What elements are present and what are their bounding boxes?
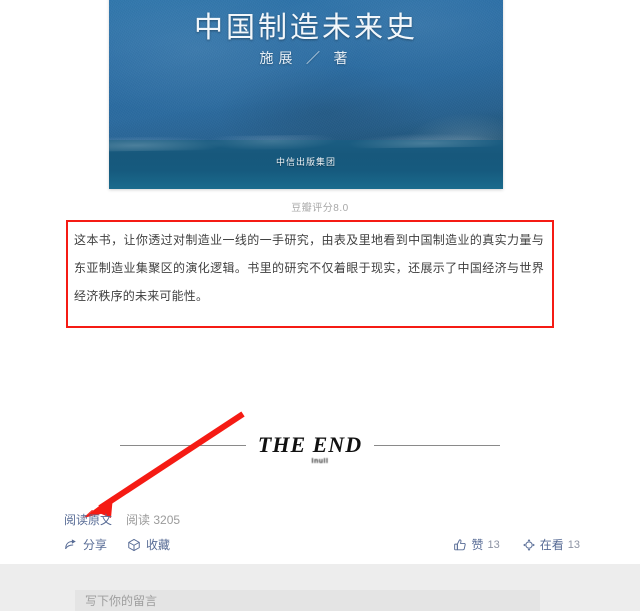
wow-label: 在看 bbox=[539, 538, 564, 552]
cover-publisher: 中信出版集团 bbox=[275, 157, 336, 167]
comment-input[interactable]: 写下你的留言 bbox=[75, 590, 540, 611]
read-original-link[interactable]: 阅读原文 bbox=[64, 511, 112, 528]
like-label: 赞 bbox=[471, 538, 484, 552]
thumbs-up-icon bbox=[453, 538, 467, 552]
douban-rating-caption: 豆瓣评分8.0 bbox=[291, 203, 349, 214]
divider-line-right bbox=[374, 444, 500, 446]
share-button[interactable]: 分享 bbox=[64, 536, 107, 553]
book-cover-image: 中国制造未来史 施展 ／ 著 中信出版集团 bbox=[109, 0, 503, 189]
like-button[interactable]: 赞 13 bbox=[453, 536, 500, 553]
read-count-value: 3205 bbox=[153, 513, 181, 527]
favorite-label: 收藏 bbox=[146, 538, 171, 552]
like-count: 13 bbox=[487, 538, 500, 551]
wow-button[interactable]: 在看 13 bbox=[522, 536, 580, 553]
counter-row: 赞 13 在看 13 bbox=[453, 536, 580, 553]
divider-line-left bbox=[120, 444, 246, 446]
read-row: 阅读原文 阅读 3205 bbox=[64, 511, 180, 528]
share-label: 分享 bbox=[83, 538, 108, 552]
cover-title: 中国制造未来史 bbox=[193, 12, 418, 44]
read-count-label: 阅读 bbox=[126, 513, 151, 527]
end-text: THE END bbox=[257, 432, 363, 457]
article-page: 中国制造未来史 施展 ／ 著 中信出版集团 豆瓣评分8.0 这本书，让你透过对制… bbox=[0, 0, 640, 611]
end-subtext: Inull bbox=[311, 458, 329, 465]
share-icon bbox=[64, 538, 78, 552]
favorite-icon bbox=[127, 538, 141, 552]
read-count: 阅读 3205 bbox=[126, 511, 180, 528]
favorite-button[interactable]: 收藏 bbox=[127, 536, 170, 553]
wow-icon bbox=[522, 538, 536, 552]
article-paragraph: 这本书，让你透过对制造业一线的一手研究，由表及里地看到中国制造业的真实力量与东亚… bbox=[74, 233, 544, 303]
cover-author: 施展 ／ 著 bbox=[259, 52, 353, 67]
end-divider: THE END bbox=[120, 432, 500, 458]
wow-count: 13 bbox=[567, 538, 580, 551]
action-row: 分享 收藏 bbox=[64, 536, 170, 553]
